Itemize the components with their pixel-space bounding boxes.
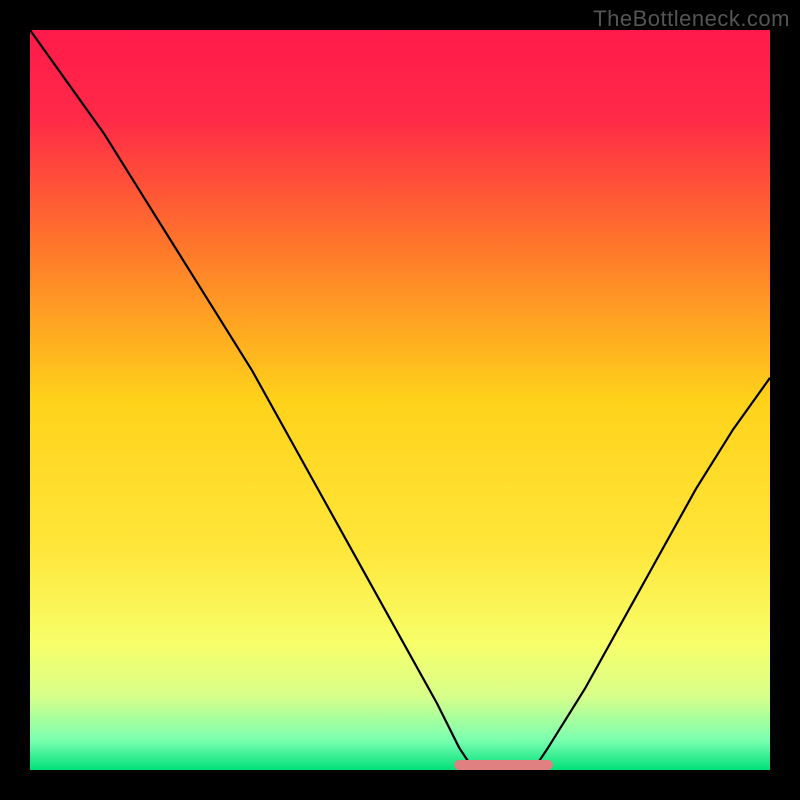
chart-svg bbox=[30, 30, 770, 770]
watermark-text: TheBottleneck.com bbox=[593, 6, 790, 32]
chart-plot-area bbox=[30, 30, 770, 770]
chart-frame: TheBottleneck.com bbox=[0, 0, 800, 800]
chart-background-gradient bbox=[30, 30, 770, 770]
